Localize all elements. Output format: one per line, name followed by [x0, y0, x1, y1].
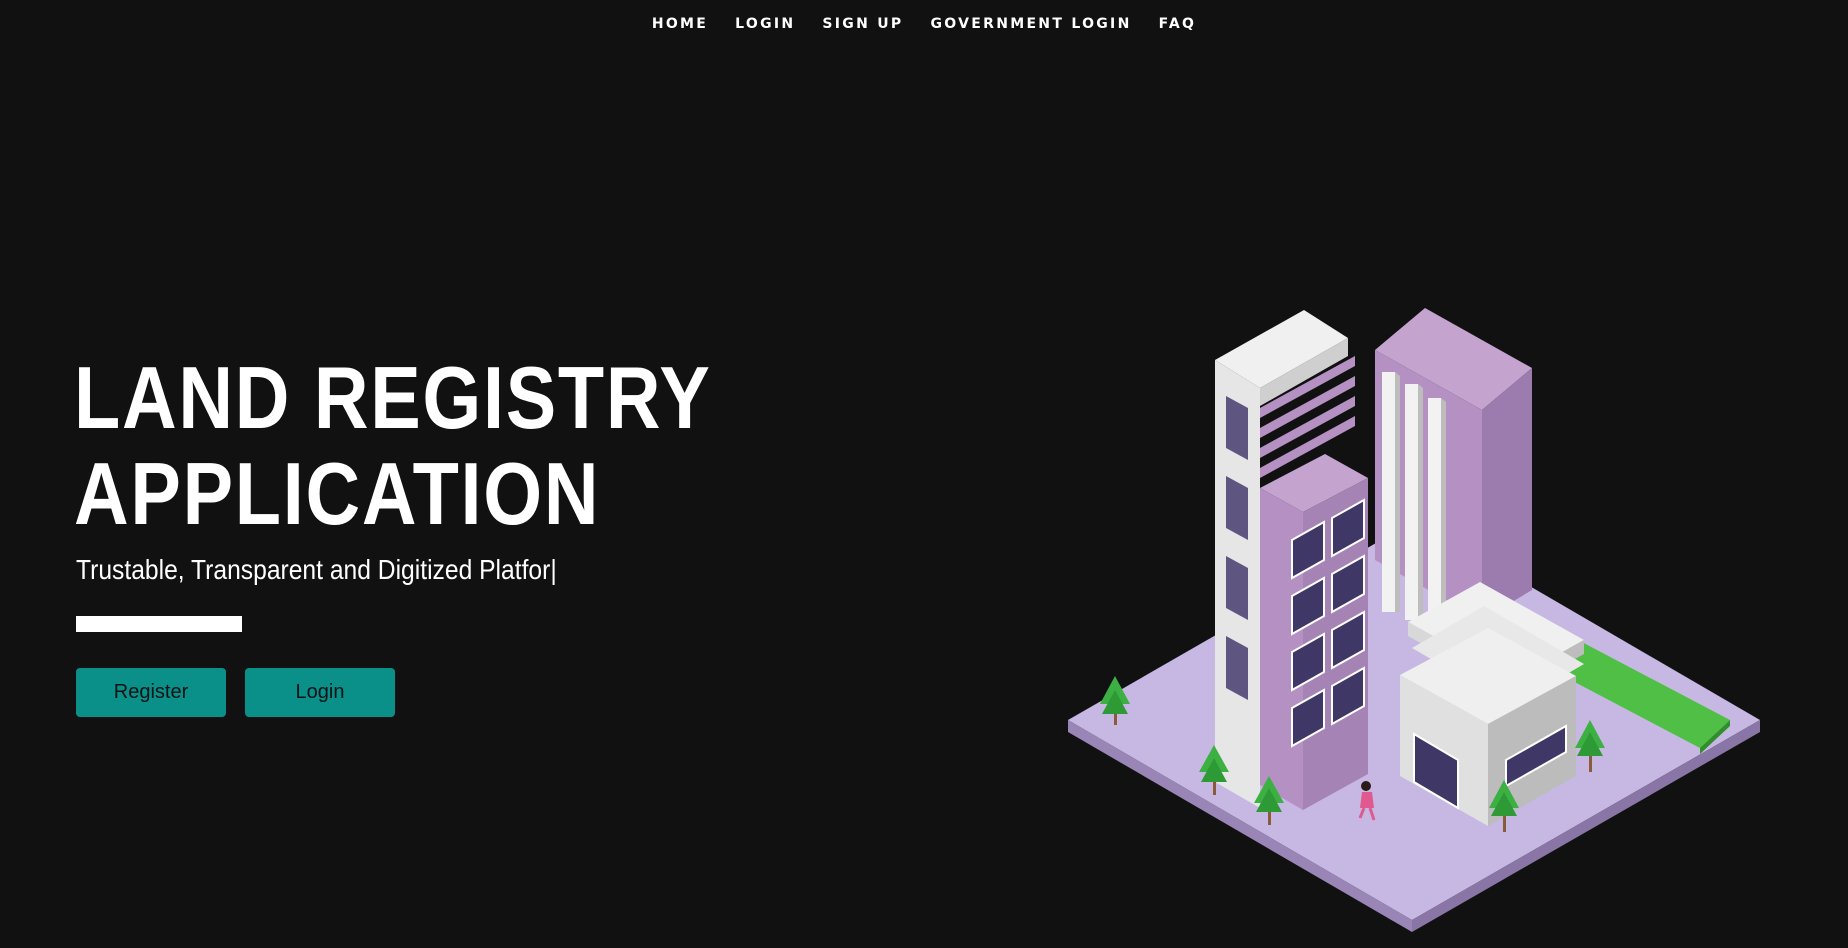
nav-government-login-link[interactable]: GOVERNMENT LOGIN [931, 16, 1132, 32]
top-navigation: HOME LOGIN SIGN UP GOVERNMENT LOGIN FAQ [0, 0, 1848, 48]
nav-signup-link[interactable]: SIGN UP [822, 16, 903, 32]
hero-title-line-2: APPLICATION [74, 444, 601, 543]
nav-faq-link[interactable]: FAQ [1159, 16, 1197, 32]
isometric-city-illustration [1068, 308, 1760, 932]
hero-title: LAND REGISTRY APPLICATION [74, 350, 712, 542]
hero-subtitle: Trustable, Transparent and Digitized Pla… [76, 554, 557, 585]
login-button[interactable]: Login [245, 668, 395, 717]
nav-home-link[interactable]: HOME [652, 16, 708, 32]
register-button[interactable]: Register [76, 668, 226, 717]
hero-title-line-1: LAND REGISTRY [74, 348, 712, 447]
accent-divider [76, 616, 242, 632]
nav-login-link[interactable]: LOGIN [735, 16, 795, 32]
